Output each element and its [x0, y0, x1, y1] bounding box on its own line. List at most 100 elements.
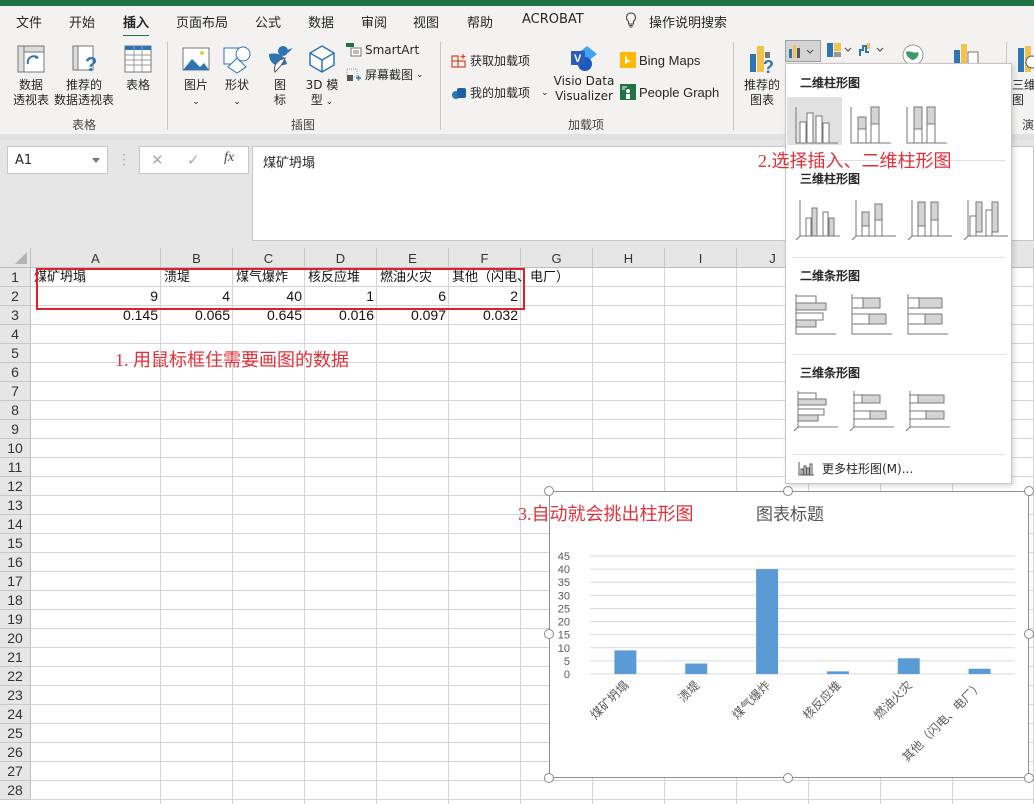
get-addins-button[interactable]: 获取加载项 [451, 52, 530, 69]
tab-acrobat[interactable]: ACROBAT [522, 12, 584, 27]
row-header[interactable]: 26 [0, 743, 31, 762]
row-header[interactable]: 24 [0, 705, 31, 724]
tab-insert[interactable]: 插入 [123, 12, 150, 38]
column-header[interactable]: D [305, 248, 377, 268]
100-stacked-bar-option[interactable] [904, 290, 954, 338]
row-header[interactable]: 15 [0, 534, 31, 553]
insert-hierarchy-chart-button[interactable] [826, 42, 856, 60]
insert-map-chart-button[interactable] [900, 42, 928, 66]
visio-data-visualizer-button[interactable]: V Visio Data Visualizer [552, 44, 616, 104]
chart-resize-handle[interactable] [544, 486, 554, 496]
chart-resize-handle[interactable] [544, 773, 554, 783]
row-header[interactable]: 3 [0, 306, 31, 325]
row-header[interactable]: 11 [0, 458, 31, 477]
row-header[interactable]: 27 [0, 762, 31, 781]
3d-stacked-column-option[interactable] [848, 192, 898, 241]
smartart-button[interactable]: SmartArt [346, 43, 419, 57]
row-header[interactable]: 18 [0, 591, 31, 610]
more-column-charts-option[interactable]: 更多柱形图(M)... [798, 460, 913, 477]
tab-page-layout[interactable]: 页面布局 [176, 12, 228, 31]
3d-column-option[interactable] [960, 192, 1010, 241]
screenshot-button[interactable]: 屏幕截图 ⌄ [346, 66, 424, 83]
row-header[interactable]: 7 [0, 382, 31, 401]
3d-models-button[interactable]: 3D 模 型 ⌄ [304, 44, 340, 110]
chart-resize-handle[interactable] [783, 773, 793, 783]
row-header[interactable]: 9 [0, 420, 31, 439]
column-header[interactable]: H [593, 248, 665, 268]
tell-me-search[interactable]: 操作说明搜索 [625, 12, 727, 31]
my-addins-button[interactable]: 我的加载项 ⌄ [451, 84, 549, 101]
column-chart[interactable]: 图表标题 0 5 10 15 20 25 30 35 40 45 煤矿坍塌 溃堤 煤气爆炸 核反应堆 燃油火灾… [549, 491, 1029, 778]
chart-resize-handle[interactable] [544, 629, 554, 639]
recommended-charts-button[interactable]: ? 推荐的 图表 [742, 44, 782, 108]
tab-review[interactable]: 审阅 [361, 12, 387, 31]
row-header[interactable]: 2 [0, 287, 31, 306]
name-box[interactable]: A1 [7, 146, 108, 174]
column-header[interactable]: C [233, 248, 305, 268]
stacked-bar-option[interactable] [848, 290, 898, 338]
enter-icon[interactable]: ✓ [187, 151, 200, 169]
column-header[interactable]: B [161, 248, 233, 268]
row-header[interactable]: 17 [0, 572, 31, 591]
insert-column-chart-button[interactable] [785, 40, 821, 62]
clustered-column-option[interactable] [787, 97, 842, 145]
bing-maps-button[interactable]: Bing Maps [620, 52, 700, 68]
row-header[interactable]: 14 [0, 515, 31, 534]
chart-resize-handle[interactable] [783, 486, 793, 496]
insert-waterfall-chart-button[interactable] [858, 42, 888, 60]
stacked-column-option[interactable] [846, 97, 896, 145]
people-graph-button[interactable]: People Graph [620, 84, 719, 100]
tab-view[interactable]: 视图 [413, 12, 439, 31]
row-header[interactable]: 1 [0, 268, 31, 287]
row-header[interactable]: 5 [0, 344, 31, 363]
formula-bar-grip-icon[interactable]: · · · [122, 149, 126, 171]
row-header[interactable]: 20 [0, 629, 31, 648]
tab-file[interactable]: 文件 [16, 12, 42, 31]
column-header[interactable]: F [449, 248, 521, 268]
chevron-down-icon[interactable] [92, 158, 100, 163]
clustered-bar-option[interactable] [792, 290, 842, 338]
pivot-table-button[interactable]: 数据 透视表 [11, 44, 51, 108]
row-header[interactable]: 25 [0, 724, 31, 743]
icons-button[interactable]: 图 标 [265, 44, 295, 108]
insert-pivot-chart-button[interactable] [950, 42, 982, 65]
row-header[interactable]: 21 [0, 648, 31, 667]
pictures-button[interactable]: 图片 ⌄ [180, 44, 212, 110]
chart-resize-handle[interactable] [1024, 486, 1034, 496]
100-stacked-column-option[interactable] [902, 97, 952, 145]
row-header[interactable]: 28 [0, 781, 31, 800]
cancel-icon[interactable]: ✕ [151, 151, 164, 169]
row-header[interactable]: 13 [0, 496, 31, 515]
row-header[interactable]: 8 [0, 401, 31, 420]
recommended-pivot-button[interactable]: ? 推荐的 数据透视表 [54, 44, 114, 108]
row-header[interactable]: 22 [0, 667, 31, 686]
3d-clustered-column-option[interactable] [792, 192, 842, 241]
column-header[interactable]: G [521, 248, 593, 268]
3d-map-button[interactable]: 三维 图 [1012, 44, 1034, 108]
row-header[interactable]: 10 [0, 439, 31, 458]
row-header[interactable]: 23 [0, 686, 31, 705]
3d-100-stacked-column-option[interactable] [904, 192, 954, 241]
row-header[interactable]: 6 [0, 363, 31, 382]
chart-bar [826, 671, 849, 674]
column-header[interactable]: E [377, 248, 449, 268]
3d-clustered-bar-option[interactable] [792, 387, 842, 435]
column-header[interactable]: A [31, 248, 161, 268]
3d-100-stacked-bar-option[interactable] [904, 387, 954, 435]
tab-data[interactable]: 数据 [308, 12, 334, 31]
row-header[interactable]: 12 [0, 477, 31, 496]
column-header[interactable]: I [665, 248, 737, 268]
tab-home[interactable]: 开始 [69, 12, 95, 31]
chart-resize-handle[interactable] [1024, 773, 1034, 783]
row-header[interactable]: 16 [0, 553, 31, 572]
table-button[interactable]: 表格 [120, 44, 156, 93]
tab-help[interactable]: 帮助 [467, 12, 493, 31]
row-header[interactable]: 19 [0, 610, 31, 629]
chart-resize-handle[interactable] [1024, 629, 1034, 639]
shapes-button[interactable]: 形状 ⌄ [221, 44, 253, 110]
tab-formulas[interactable]: 公式 [255, 12, 281, 31]
select-all-button[interactable] [0, 248, 31, 268]
3d-stacked-bar-option[interactable] [848, 387, 898, 435]
insert-function-icon[interactable]: fx [224, 150, 234, 166]
row-header[interactable]: 4 [0, 325, 31, 344]
